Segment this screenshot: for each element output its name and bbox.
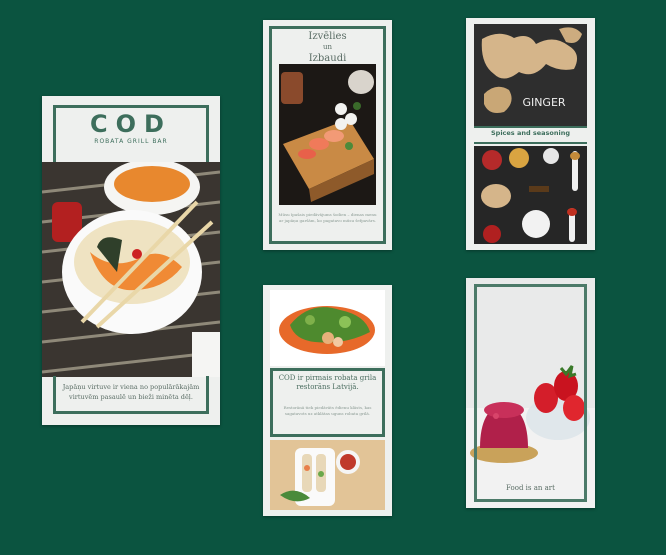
card-caption: Japāņu virtuve ir viena no populārākajām… xyxy=(62,383,200,401)
card-label: Spices and seasoning xyxy=(490,129,571,137)
card-caption: Restorānā tiek piedāvāts ēdienu klāsts, … xyxy=(283,405,372,416)
title-line: Izbaudi xyxy=(308,53,347,64)
spices-photo xyxy=(474,146,587,244)
title-line: un xyxy=(322,43,333,51)
card-caption: Mūsu īpašais piedāvājums šodien – dienas… xyxy=(278,212,377,223)
restaurant-logo: COD xyxy=(90,110,172,138)
card-frame xyxy=(474,284,587,502)
menu-card-5[interactable]: Food is an art xyxy=(466,278,595,508)
spring-rolls-photo xyxy=(270,440,385,510)
menu-card-2[interactable]: Izvēlies un Izbaudi Mūsu īpašais piedāvā… xyxy=(263,20,392,250)
noodle-bowl-photo xyxy=(42,162,220,377)
card-title: Izvēlies un Izbaudi xyxy=(269,31,386,64)
card-title: COD ir pirmais robata grila restorāns La… xyxy=(278,374,377,391)
salad-photo xyxy=(270,290,385,366)
menu-card-4[interactable]: COD ir pirmais robata grila restorāns La… xyxy=(263,285,392,516)
menu-card-3[interactable]: GINGER Spices and seasoning xyxy=(466,18,595,250)
menu-card-1[interactable]: COD ROBATA GRILL BAR Japāņu virtuve ir v… xyxy=(42,96,220,425)
sushi-platter-photo xyxy=(279,64,376,205)
title-line: Izvēlies xyxy=(308,31,347,42)
card-caption: Food is an art xyxy=(506,484,555,492)
ginger-photo: GINGER xyxy=(474,24,587,126)
restaurant-tagline: ROBATA GRILL BAR xyxy=(94,138,168,145)
ginger-chalk-label: GINGER xyxy=(522,96,565,109)
